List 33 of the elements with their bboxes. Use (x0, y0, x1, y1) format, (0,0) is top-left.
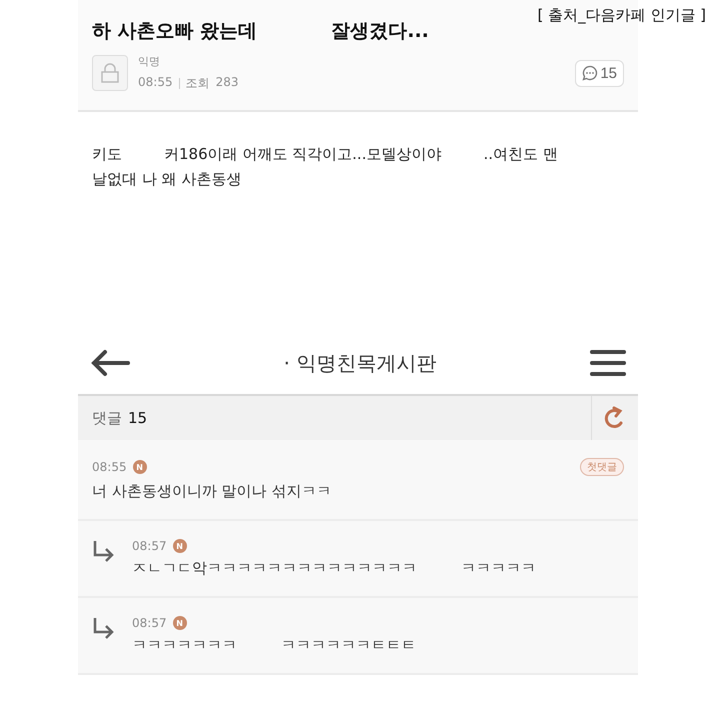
comment-time: 08:57 (132, 616, 167, 630)
post-title: 하 사촌오빠 왔는데 (92, 19, 258, 44)
source-caption: [ 출처_다음카페 인기글 ] (537, 6, 706, 25)
post-body-text: 커186이래 어깨도 직각이고...모델상이야 (164, 144, 442, 165)
back-arrow-icon[interactable] (90, 349, 130, 377)
comment-text: ㅈㄴㄱㄷ악ㅋㅋㅋㅋㅋㅋㅋㅋㅋㅋㅋㅋㅋㅋ (132, 559, 417, 578)
board-title: · 익명친목게시판 (284, 350, 436, 376)
post-body-text: 키도 (92, 144, 122, 165)
view-count: 283 (216, 75, 238, 91)
comment-count-button[interactable]: 15 (575, 60, 624, 86)
menu-icon[interactable] (590, 348, 626, 378)
reply-arrow-icon (92, 539, 116, 563)
comments-count: 15 (128, 408, 148, 426)
comment-text: ㅋㅋㅋㅋㅋㅋㅌㅌㅌ (281, 636, 416, 655)
comment-time: 08:57 (132, 539, 167, 553)
lock-icon (92, 55, 128, 91)
reply-arrow-icon (92, 616, 116, 640)
comment-time: 08:55 (92, 460, 127, 474)
post-body-text: 날없대 나 왜 사촌동생 (92, 169, 242, 190)
comments-label: 댓글 (92, 408, 122, 428)
new-badge: N (172, 539, 187, 553)
author-name: 익명 (138, 54, 161, 69)
post-time: 08:55 (138, 75, 173, 91)
comment-text: ㅋㅋㅋㅋㅋ (461, 559, 536, 578)
new-badge: N (172, 616, 187, 630)
views-label: 조회 (186, 75, 210, 92)
post-title: 잘생겼다... (331, 19, 429, 44)
post-body-text: ..여친도 맨 (483, 144, 558, 165)
comment-text: ㅋㅋㅋㅋㅋㅋㅋ (132, 636, 237, 655)
first-comment-tag: 첫댓글 (580, 458, 624, 476)
comment-text: 너 사촌동생이니까 말이나 섞지ㅋㅋ (92, 482, 332, 501)
new-badge: N (132, 460, 147, 474)
speech-bubble-icon (582, 65, 598, 81)
